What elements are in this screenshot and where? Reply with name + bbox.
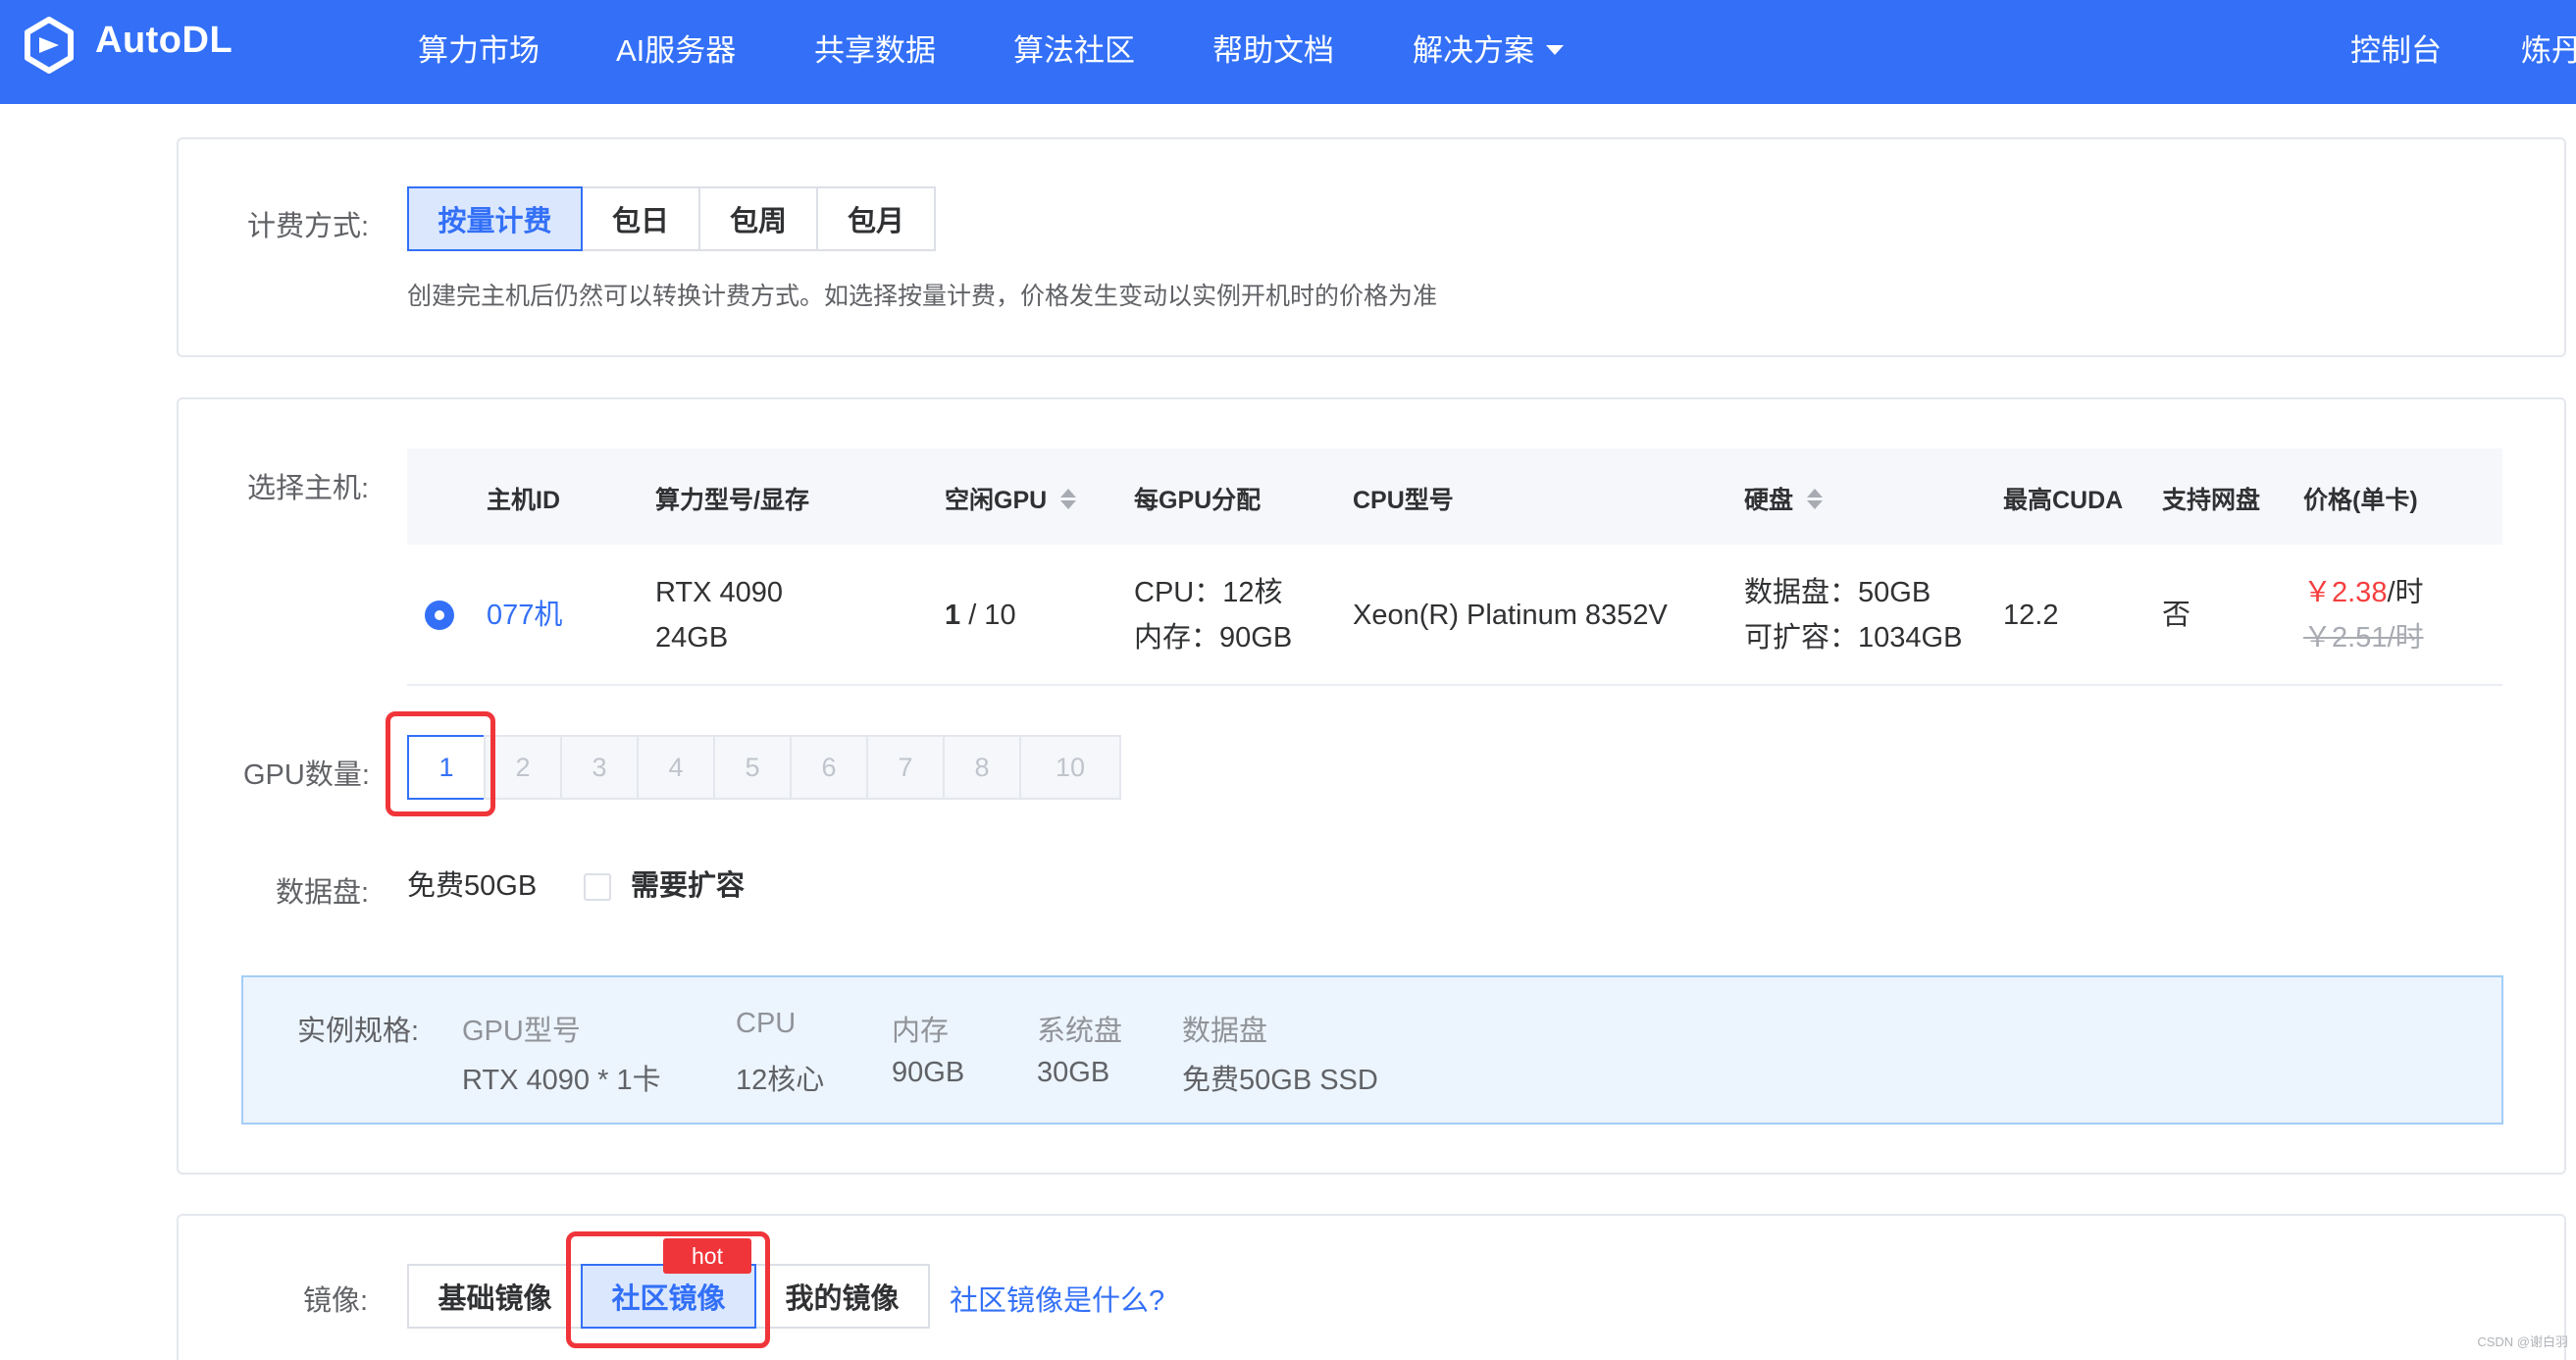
- caret-down-icon: [1546, 44, 1564, 55]
- gpu-count-8[interactable]: 8: [943, 735, 1021, 800]
- gpu-count-7[interactable]: 7: [866, 735, 945, 800]
- autodl-logo-icon[interactable]: [18, 14, 80, 77]
- top-nav: AutoDL 算力市场 AI服务器 共享数据 算法社区 帮助文档 解决方案 控制…: [0, 0, 2576, 104]
- nav-user-menu[interactable]: 炼丹: [2521, 26, 2576, 70]
- price-unit: /时: [2387, 577, 2424, 608]
- billing-option-weekly[interactable]: 包周: [698, 186, 818, 251]
- col-host-id: 主机ID: [487, 487, 561, 514]
- gpu-count-6[interactable]: 6: [790, 735, 868, 800]
- col-free-gpu[interactable]: 空闲GPU: [945, 481, 1077, 516]
- watermark: CSDN @谢白羽: [2477, 1334, 2568, 1349]
- host-select-radio[interactable]: [425, 601, 454, 630]
- price-current: ￥2.38: [2303, 577, 2388, 608]
- spec-header-cpu: CPU: [736, 1008, 797, 1039]
- col-model-vram: 算力型号/显存: [655, 487, 809, 514]
- nav-item-ai-server[interactable]: AI服务器: [616, 26, 736, 70]
- col-max-cuda: 最高CUDA: [2003, 487, 2124, 514]
- gpu-count-10[interactable]: 10: [1019, 735, 1121, 800]
- col-price: 价格(单卡): [2303, 487, 2418, 514]
- sort-icon[interactable]: [1060, 489, 1077, 510]
- billing-hint: 创建完主机后仍然可以转换计费方式。如选择按量计费，价格发生变动以实例开机时的价格…: [407, 283, 1438, 310]
- nav-item-shared-data[interactable]: 共享数据: [814, 26, 936, 70]
- community-image-help-link[interactable]: 社区镜像是什么?: [950, 1278, 1164, 1319]
- nav-item-solutions-label: 解决方案: [1413, 33, 1534, 68]
- spec-value-memory: 90GB: [892, 1057, 965, 1088]
- host-model: RTX 4090: [655, 577, 784, 608]
- billing-option-monthly[interactable]: 包月: [816, 186, 936, 251]
- spec-value-data-disk: 免费50GB SSD: [1182, 1065, 1378, 1096]
- billing-option-daily[interactable]: 包日: [581, 186, 700, 251]
- nav-item-help-docs[interactable]: 帮助文档: [1212, 26, 1334, 70]
- spec-label: 实例规格:: [297, 1016, 420, 1047]
- image-label: 镜像:: [303, 1285, 369, 1317]
- highlight-box-gpu-count: [386, 711, 495, 816]
- host-cpu-model: Xeon(R) Platinum 8352V: [1353, 600, 1668, 631]
- price-original: ￥2.51/时: [2303, 622, 2424, 654]
- col-cpu-model: CPU型号: [1353, 487, 1454, 514]
- gpu-count-4[interactable]: 4: [637, 735, 715, 800]
- col-per-gpu: 每GPU分配: [1134, 487, 1262, 514]
- instance-spec-panel: [241, 975, 2503, 1125]
- host-id[interactable]: 077机: [487, 593, 562, 638]
- col-free-gpu-label: 空闲GPU: [945, 487, 1048, 514]
- row-divider: [407, 684, 2502, 686]
- gpu-count-5[interactable]: 5: [713, 735, 792, 800]
- expand-disk-label[interactable]: 需要扩容: [631, 863, 745, 909]
- host-free-gpu: 1 / 10: [945, 593, 1016, 638]
- nav-item-compute-market[interactable]: 算力市场: [418, 26, 540, 70]
- host-free-gpu-count: 1: [945, 600, 961, 631]
- brand-name[interactable]: AutoDL: [95, 20, 232, 62]
- data-disk-label: 数据盘:: [276, 877, 370, 909]
- hot-badge: hot: [663, 1238, 751, 1274]
- spec-value-cpu: 12核心: [736, 1065, 825, 1096]
- spec-header-system-disk: 系统盘: [1037, 1016, 1123, 1047]
- host-price: ￥2.38/时: [2303, 570, 2424, 615]
- data-disk-value: 免费50GB: [407, 870, 538, 902]
- host-disk: 数据盘：50GB: [1744, 577, 1932, 608]
- spec-value-gpu: RTX 4090 * 1卡: [462, 1065, 661, 1096]
- col-netdisk: 支持网盘: [2162, 487, 2261, 514]
- spec-value-system-disk: 30GB: [1037, 1057, 1110, 1088]
- nav-item-solutions[interactable]: 解决方案: [1413, 26, 1564, 70]
- host-disk-expand: 可扩容：1034GB: [1744, 622, 1963, 654]
- host-vram: 24GB: [655, 622, 729, 654]
- host-netdisk: 否: [2162, 600, 2191, 631]
- host-cpu-alloc: CPU：12核: [1134, 577, 1283, 608]
- image-tab-base[interactable]: 基础镜像: [407, 1264, 583, 1329]
- spec-header-gpu: GPU型号: [462, 1016, 581, 1047]
- sort-icon[interactable]: [1807, 489, 1824, 510]
- billing-option-pay-as-you-go[interactable]: 按量计费: [407, 186, 583, 251]
- billing-label: 计费方式:: [247, 211, 370, 242]
- nav-item-algorithm-community[interactable]: 算法社区: [1013, 26, 1135, 70]
- host-cuda: 12.2: [2003, 600, 2059, 631]
- spec-header-memory: 内存: [892, 1016, 950, 1047]
- spec-header-data-disk: 数据盘: [1182, 1016, 1268, 1047]
- host-mem-alloc: 内存：90GB: [1134, 622, 1293, 654]
- gpu-count-3[interactable]: 3: [560, 735, 639, 800]
- nav-console[interactable]: 控制台: [2350, 26, 2442, 70]
- col-disk[interactable]: 硬盘: [1744, 481, 1824, 516]
- image-tab-mine[interactable]: 我的镜像: [754, 1264, 930, 1329]
- col-disk-label: 硬盘: [1744, 487, 1794, 514]
- expand-disk-checkbox[interactable]: [584, 873, 611, 901]
- gpu-count-label: GPU数量:: [243, 759, 370, 791]
- gpu-count-2[interactable]: 2: [484, 735, 562, 800]
- host-label: 选择主机:: [247, 473, 370, 504]
- host-free-gpu-total: / 10: [960, 600, 1016, 631]
